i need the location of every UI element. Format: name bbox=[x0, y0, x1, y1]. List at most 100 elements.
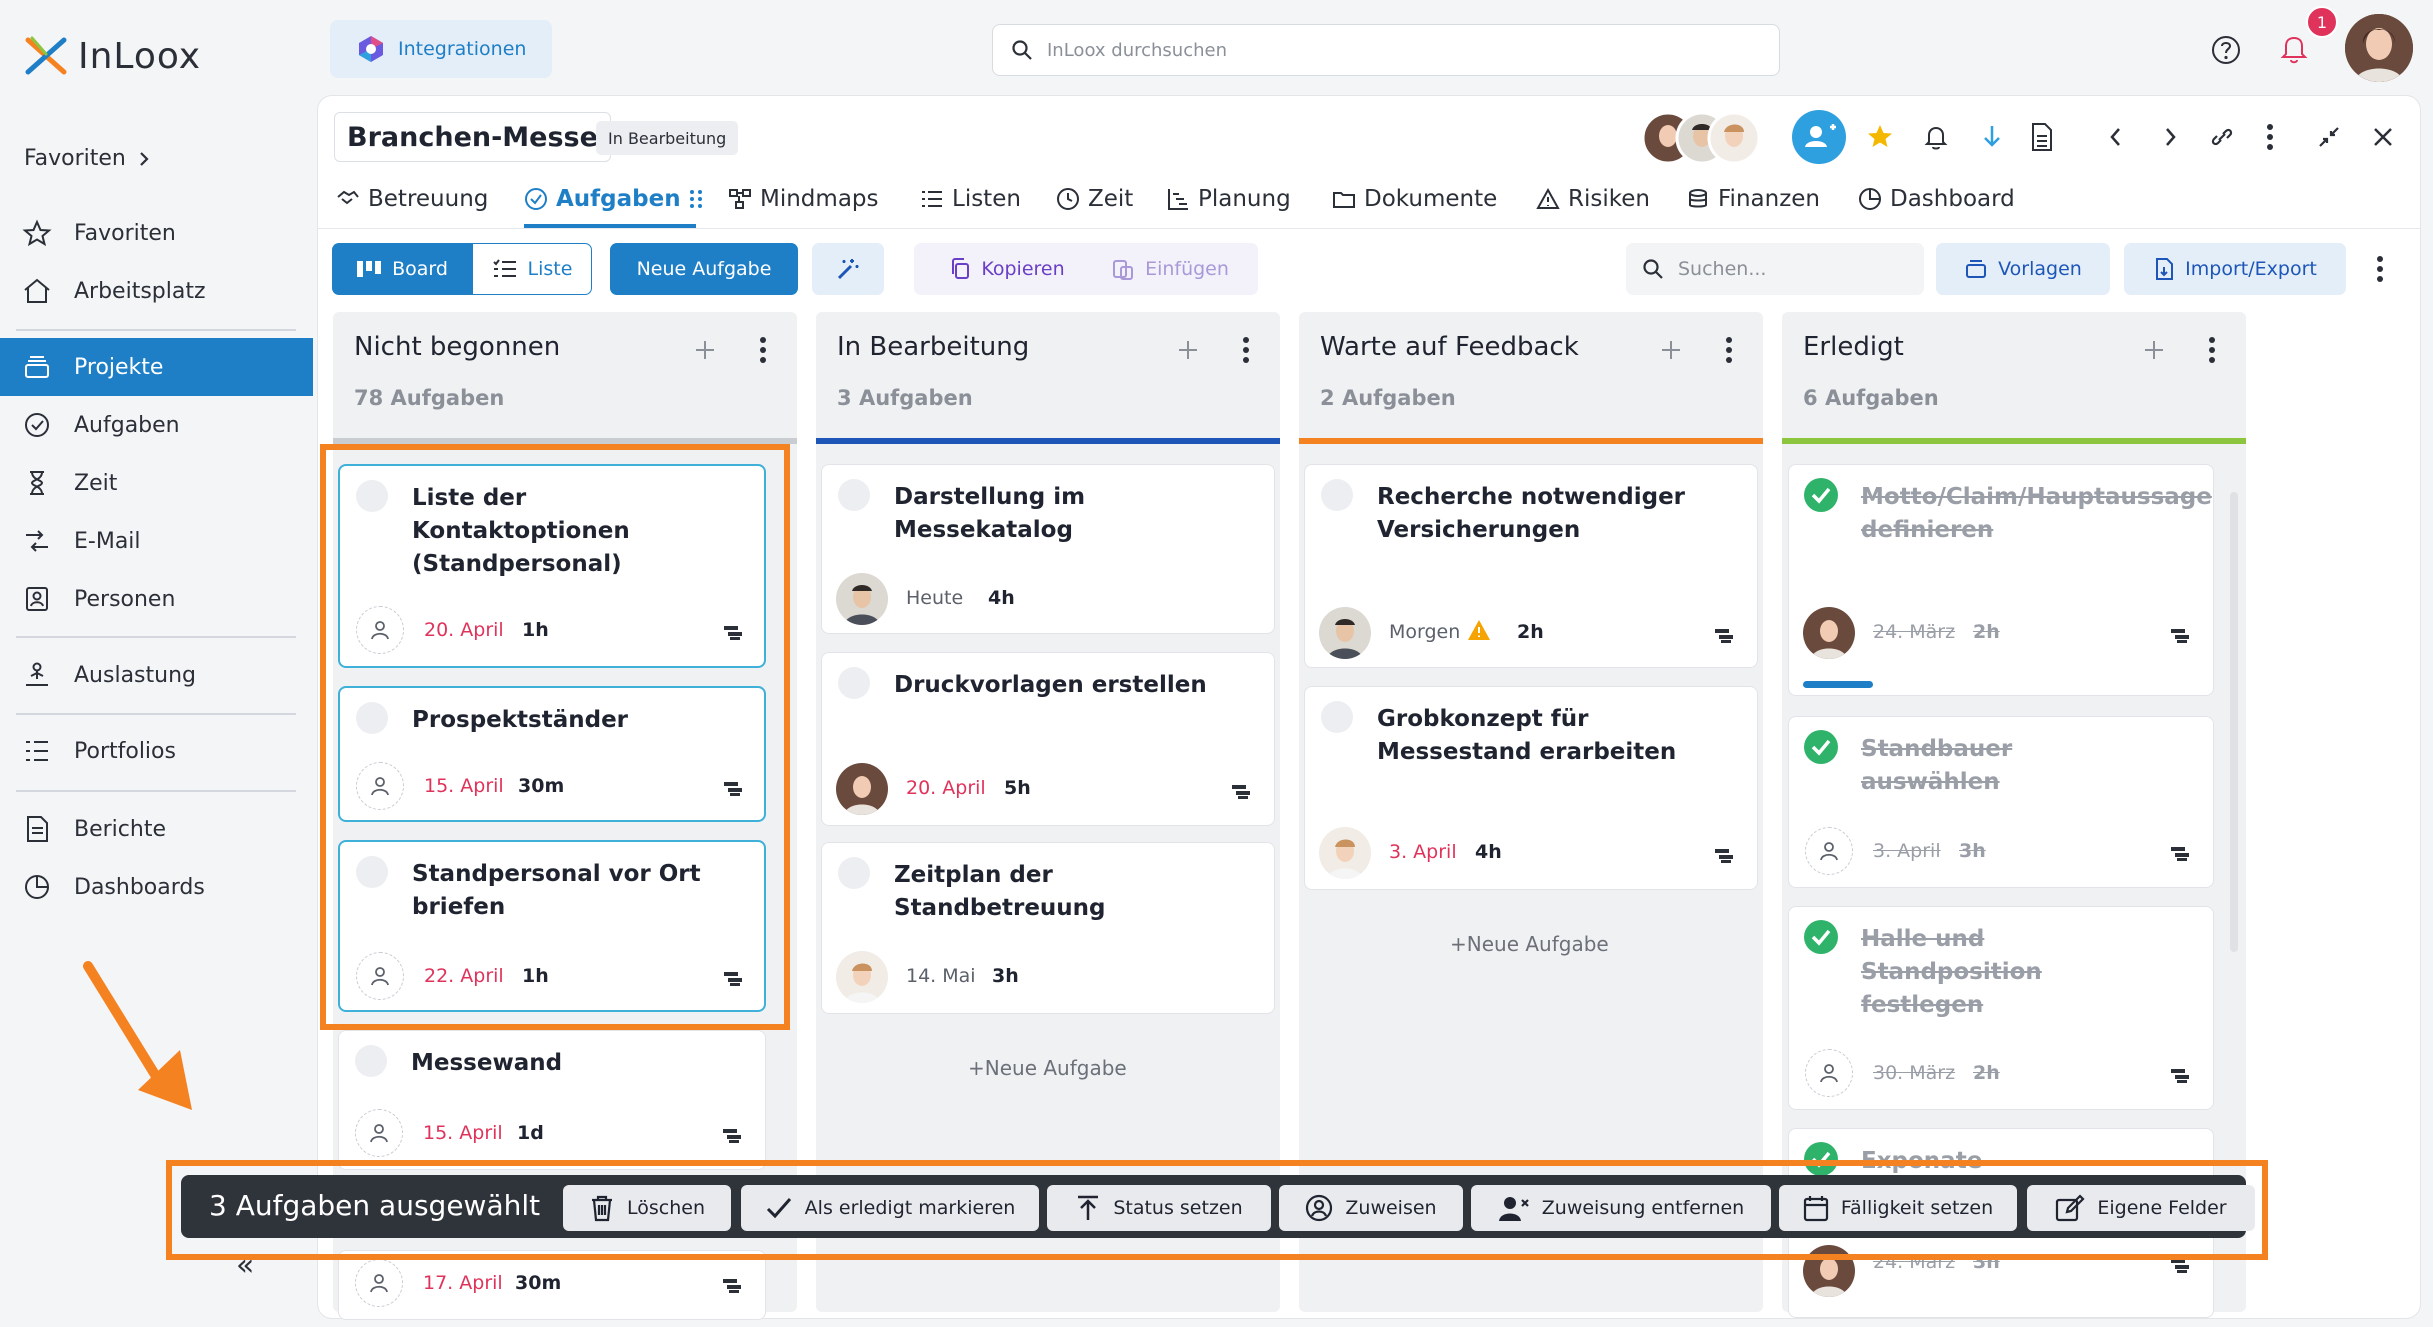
assignee-avatar[interactable] bbox=[1319, 827, 1371, 879]
more-vertical-icon[interactable] bbox=[2264, 122, 2276, 152]
integrations-button[interactable]: Integrationen bbox=[330, 20, 552, 78]
tab-risiken[interactable]: Risiken bbox=[1536, 180, 1650, 218]
column-menu-icon[interactable] bbox=[757, 336, 769, 364]
toolbar-more-icon[interactable] bbox=[2374, 254, 2386, 284]
assignee-avatar[interactable] bbox=[836, 763, 888, 815]
minimize-icon[interactable] bbox=[2316, 124, 2342, 150]
magic-wand-button[interactable] bbox=[812, 243, 884, 295]
task-card[interactable]: Standbauer auswählen 3. April 3h bbox=[1788, 716, 2214, 888]
column-menu-icon[interactable] bbox=[2206, 336, 2218, 364]
task-card[interactable]: Halle und Standposition festlegen 30. Mä… bbox=[1788, 906, 2214, 1110]
copy-button[interactable]: Kopieren bbox=[932, 243, 1082, 295]
sidebar-item-favoriten[interactable]: Favoriten bbox=[0, 204, 313, 262]
add-task-icon[interactable] bbox=[693, 338, 717, 362]
list-view-button[interactable]: Liste bbox=[472, 243, 592, 295]
add-task-icon[interactable] bbox=[1176, 338, 1200, 362]
remove-assignment-button[interactable]: Zuweisung entfernen bbox=[1471, 1185, 1771, 1231]
assign-button[interactable]: Zuweisen bbox=[1279, 1185, 1463, 1231]
mark-done-button[interactable]: Als erledigt markieren bbox=[741, 1185, 1039, 1231]
new-task-link[interactable]: +Neue Aufgabe bbox=[1450, 932, 1609, 956]
assignee-placeholder[interactable] bbox=[1805, 827, 1853, 875]
sidebar-item-portfolios[interactable]: Portfolios bbox=[0, 722, 313, 780]
done-check-icon[interactable] bbox=[1803, 729, 1839, 765]
delete-button[interactable]: Löschen bbox=[563, 1185, 731, 1231]
tab-dashboard[interactable]: Dashboard bbox=[1858, 180, 2015, 218]
project-bell-icon[interactable] bbox=[1922, 123, 1950, 151]
sidebar-item-dashboards[interactable]: Dashboards bbox=[0, 858, 313, 916]
assignee-avatar[interactable] bbox=[1319, 607, 1371, 659]
tab-zeit[interactable]: Zeit bbox=[1056, 180, 1133, 218]
task-checkbox[interactable] bbox=[838, 479, 870, 511]
task-checkbox[interactable] bbox=[1321, 479, 1353, 511]
task-checkbox[interactable] bbox=[838, 857, 870, 889]
new-task-button[interactable]: Neue Aufgabe bbox=[610, 243, 798, 295]
task-card[interactable]: Messewand 15. April 1d bbox=[338, 1030, 766, 1170]
add-member-button[interactable] bbox=[1792, 110, 1846, 164]
document-icon[interactable] bbox=[2028, 122, 2056, 152]
column-menu-icon[interactable] bbox=[1723, 336, 1735, 364]
notification-bell-icon[interactable] bbox=[2278, 32, 2310, 66]
add-task-icon[interactable] bbox=[1659, 338, 1683, 362]
sidebar-item-zeit[interactable]: Zeit bbox=[0, 454, 313, 512]
assignee-placeholder[interactable] bbox=[355, 1109, 403, 1157]
task-card[interactable]: Druckvorlagen erstellen 20. April 5h bbox=[821, 652, 1275, 826]
project-status-badge[interactable]: In Bearbeitung bbox=[596, 121, 739, 155]
app-logo[interactable]: InLoox bbox=[24, 34, 201, 78]
set-due-date-button[interactable]: Fälligkeit setzen bbox=[1779, 1185, 2017, 1231]
assignee-placeholder[interactable] bbox=[1805, 1049, 1853, 1097]
column-menu-icon[interactable] bbox=[1240, 336, 1252, 364]
sidebar-item-aufgaben[interactable]: Aufgaben bbox=[0, 396, 313, 454]
add-task-icon[interactable] bbox=[2142, 338, 2166, 362]
project-members[interactable] bbox=[1640, 110, 1760, 166]
column-color-bar bbox=[816, 438, 1280, 444]
project-title[interactable]: Branchen-Messe bbox=[334, 112, 611, 162]
task-checkbox[interactable] bbox=[355, 1045, 387, 1077]
done-check-icon[interactable] bbox=[1803, 477, 1839, 513]
sidebar-item-auslastung[interactable]: Auslastung bbox=[0, 646, 313, 704]
assignee-avatar[interactable] bbox=[836, 573, 888, 625]
assignee-placeholder[interactable] bbox=[355, 1259, 403, 1307]
tab-aufgaben[interactable]: Aufgaben bbox=[524, 180, 703, 218]
assignee-avatar[interactable] bbox=[1803, 607, 1855, 659]
custom-fields-button[interactable]: Eigene Felder bbox=[2027, 1185, 2255, 1231]
task-checkbox[interactable] bbox=[838, 667, 870, 699]
set-status-button[interactable]: Status setzen bbox=[1047, 1185, 1271, 1231]
task-card[interactable]: Zeitplan der Standbetreuung 14. Mai 3h bbox=[821, 842, 1275, 1014]
sidebar-item-email[interactable]: E-Mail bbox=[0, 512, 313, 570]
assignee-avatar[interactable] bbox=[836, 951, 888, 1003]
task-checkbox[interactable] bbox=[1321, 701, 1353, 733]
tab-planung[interactable]: Planung bbox=[1166, 180, 1291, 218]
chevron-left-icon[interactable] bbox=[2104, 124, 2128, 150]
close-icon[interactable] bbox=[2370, 124, 2396, 150]
task-card[interactable]: 17. April 30m bbox=[338, 1250, 766, 1320]
board-view-button[interactable]: Board bbox=[332, 243, 472, 295]
link-icon[interactable] bbox=[2208, 124, 2236, 150]
tab-listen[interactable]: Listen bbox=[920, 180, 1021, 218]
column-scrollbar[interactable] bbox=[2230, 492, 2238, 952]
task-card[interactable]: Grobkonzept für Messestand erarbeiten 3.… bbox=[1304, 686, 1758, 890]
templates-button[interactable]: Vorlagen bbox=[1936, 243, 2110, 295]
favorite-star-icon[interactable] bbox=[1866, 123, 1894, 151]
global-search-input[interactable]: InLoox durchsuchen bbox=[992, 24, 1780, 76]
user-avatar[interactable] bbox=[2345, 14, 2413, 82]
import-export-button[interactable]: Import/Export bbox=[2124, 243, 2346, 295]
paste-button[interactable]: Einfügen bbox=[1100, 243, 1240, 295]
sidebar-item-personen[interactable]: Personen bbox=[0, 570, 313, 628]
chevron-right-icon[interactable] bbox=[2158, 124, 2182, 150]
tab-mindmaps[interactable]: Mindmaps bbox=[728, 180, 879, 218]
task-card[interactable]: Recherche notwendiger Versicherungen Mor… bbox=[1304, 464, 1758, 668]
task-search-input[interactable]: Suchen... bbox=[1626, 243, 1924, 295]
tab-finanzen[interactable]: Finanzen bbox=[1686, 180, 1820, 218]
sidebar-item-projekte[interactable]: Projekte bbox=[0, 338, 313, 396]
task-card[interactable]: Darstellung im Messekatalog Heute 4h bbox=[821, 464, 1275, 634]
favorites-header[interactable]: Favoriten bbox=[24, 146, 150, 171]
tab-betreuung[interactable]: Betreuung bbox=[336, 180, 488, 218]
help-icon[interactable] bbox=[2210, 34, 2242, 66]
sidebar-item-arbeitsplatz[interactable]: Arbeitsplatz bbox=[0, 262, 313, 320]
done-check-icon[interactable] bbox=[1803, 919, 1839, 955]
task-card[interactable]: Motto/Claim/Hauptaussage definieren 24. … bbox=[1788, 464, 2214, 696]
download-icon[interactable] bbox=[1978, 123, 2006, 151]
new-task-link[interactable]: +Neue Aufgabe bbox=[968, 1056, 1127, 1080]
sidebar-item-berichte[interactable]: Berichte bbox=[0, 800, 313, 858]
tab-dokumente[interactable]: Dokumente bbox=[1332, 180, 1497, 218]
